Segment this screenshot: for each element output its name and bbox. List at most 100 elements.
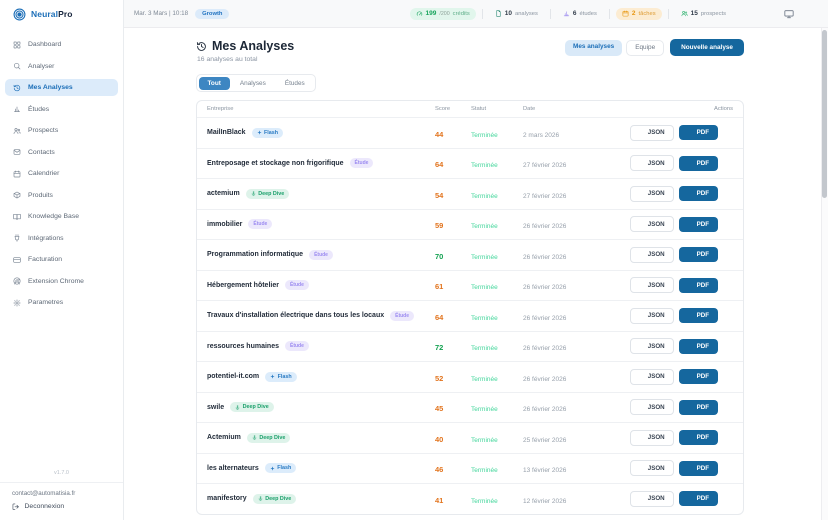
sidebar-item-analyser[interactable]: Analyser	[5, 58, 118, 75]
sidebar-item-produits[interactable]: Produits	[5, 187, 118, 204]
file-icon	[639, 191, 645, 197]
download-json-button[interactable]: JSON	[629, 155, 674, 172]
file-icon	[688, 496, 694, 502]
view-icon[interactable]	[612, 372, 621, 381]
view-icon[interactable]	[612, 311, 621, 320]
view-icon[interactable]	[612, 250, 621, 259]
tab--tudes[interactable]: Études	[276, 77, 314, 90]
download-pdf-button[interactable]: PDF	[678, 216, 718, 232]
column-status: Statut	[471, 106, 487, 112]
sidebar-item-extension-chrome[interactable]: Extension Chrome	[5, 273, 118, 290]
view-icon[interactable]	[612, 494, 621, 503]
download-json-button[interactable]: JSON	[629, 185, 674, 202]
download-pdf-button[interactable]: PDF	[678, 308, 718, 324]
logout-button[interactable]: Deconnexion	[12, 503, 123, 511]
toggle-mes-analyses[interactable]: Mes analyses	[565, 39, 623, 56]
view-icon[interactable]	[612, 128, 621, 137]
download-pdf-button[interactable]: PDF	[678, 491, 718, 507]
delete-icon[interactable]	[725, 403, 733, 411]
tab-analyses[interactable]: Analyses	[231, 77, 275, 90]
view-icon[interactable]	[612, 342, 621, 351]
new-analysis-button[interactable]: Nouvelle analyse	[670, 39, 744, 56]
view-icon[interactable]	[612, 159, 621, 168]
delete-icon[interactable]	[725, 373, 733, 381]
file-icon	[688, 252, 694, 258]
delete-icon[interactable]	[725, 312, 733, 320]
score-value: 40	[435, 434, 444, 444]
company-name: swile	[207, 403, 225, 411]
file-icon	[688, 374, 694, 380]
download-json-button[interactable]: JSON	[629, 277, 674, 294]
mail-icon	[13, 148, 21, 156]
delete-icon[interactable]	[725, 464, 733, 472]
file-icon	[688, 130, 694, 136]
download-pdf-button[interactable]: PDF	[678, 247, 718, 263]
delete-icon[interactable]	[725, 129, 733, 137]
download-pdf-button[interactable]: PDF	[678, 460, 718, 476]
view-icon[interactable]	[612, 281, 621, 290]
delete-icon[interactable]	[725, 251, 733, 259]
download-json-button[interactable]: JSON	[629, 399, 674, 416]
file-icon	[639, 160, 645, 166]
delete-icon[interactable]	[725, 281, 733, 289]
sidebar-item--tudes[interactable]: Études	[5, 101, 118, 118]
download-pdf-button[interactable]: PDF	[678, 155, 718, 171]
download-json-button[interactable]: JSON	[629, 490, 674, 507]
column-actions: Actions	[713, 106, 733, 112]
download-pdf-button[interactable]: PDF	[678, 186, 718, 202]
download-json-button[interactable]: JSON	[629, 307, 674, 324]
sidebar-item-mes-analyses[interactable]: Mes Analyses	[5, 79, 118, 96]
download-json-button[interactable]: JSON	[629, 429, 674, 446]
view-icon[interactable]	[612, 433, 621, 442]
sidebar-item-contacts[interactable]: Contacts	[5, 144, 118, 161]
monitor-icon[interactable]	[784, 9, 794, 19]
sidebar-item-prospects[interactable]: Prospects	[5, 122, 118, 139]
delete-icon[interactable]	[725, 495, 733, 503]
view-icon[interactable]	[612, 189, 621, 198]
sidebar-item-facturation[interactable]: Facturation	[5, 251, 118, 268]
download-pdf-button[interactable]: PDF	[678, 430, 718, 446]
date-label: 27 février 2026	[523, 192, 567, 200]
filter-tabs: Tout Analyses Études	[196, 74, 317, 92]
sidebar-item-int-grations[interactable]: Intégrations	[5, 230, 118, 247]
sidebar-item-calendrier[interactable]: Calendrier	[5, 165, 118, 182]
delete-icon[interactable]	[725, 159, 733, 167]
sidebar-item-parametres[interactable]: Parametres	[5, 294, 118, 311]
delete-icon[interactable]	[725, 220, 733, 228]
download-json-button[interactable]: JSON	[629, 124, 674, 141]
scrollbar-track[interactable]	[821, 28, 828, 520]
download-pdf-button[interactable]: PDF	[678, 338, 718, 354]
tab-tout[interactable]: Tout	[198, 76, 230, 90]
scrollbar-thumb[interactable]	[822, 30, 827, 198]
delete-icon[interactable]	[725, 190, 733, 198]
file-icon	[639, 130, 645, 136]
delete-icon[interactable]	[725, 434, 733, 442]
status-label: Terminée	[471, 162, 498, 170]
download-json-button[interactable]: JSON	[629, 338, 674, 355]
delete-icon[interactable]	[725, 342, 733, 350]
table-row: Entreposage et stockage non frigorifique…	[197, 147, 743, 179]
sidebar-item-knowledge-base[interactable]: Knowledge Base	[5, 208, 118, 225]
toggle-equipe[interactable]: Equipe	[626, 39, 665, 56]
table-header: Entreprise Score Statut Date Actions	[197, 101, 743, 117]
download-json-button[interactable]: JSON	[629, 460, 674, 477]
download-json-button[interactable]: JSON	[629, 246, 674, 263]
sidebar-item-dashboard[interactable]: Dashboard	[5, 36, 118, 53]
stat-t-ches: 2 tâches	[615, 7, 662, 20]
download-pdf-button[interactable]: PDF	[678, 399, 718, 415]
download-json-button[interactable]: JSON	[629, 216, 674, 233]
download-pdf-button[interactable]: PDF	[678, 277, 718, 293]
anchor-icon	[251, 191, 256, 196]
score-value: 59	[435, 221, 444, 231]
table-row: actemium Deep Dive 54 Terminée 27 févrie…	[197, 178, 743, 209]
view-icon[interactable]	[612, 220, 621, 229]
file-icon	[639, 282, 645, 288]
download-json-button[interactable]: JSON	[629, 368, 674, 385]
download-pdf-button[interactable]: PDF	[678, 125, 718, 141]
download-pdf-button[interactable]: PDF	[678, 369, 718, 385]
sidebar-item-label: Knowledge Base	[28, 213, 80, 220]
stat-separator	[608, 8, 610, 19]
status-label: Terminée	[471, 284, 498, 292]
view-icon[interactable]	[612, 464, 621, 473]
view-icon[interactable]	[612, 403, 621, 412]
